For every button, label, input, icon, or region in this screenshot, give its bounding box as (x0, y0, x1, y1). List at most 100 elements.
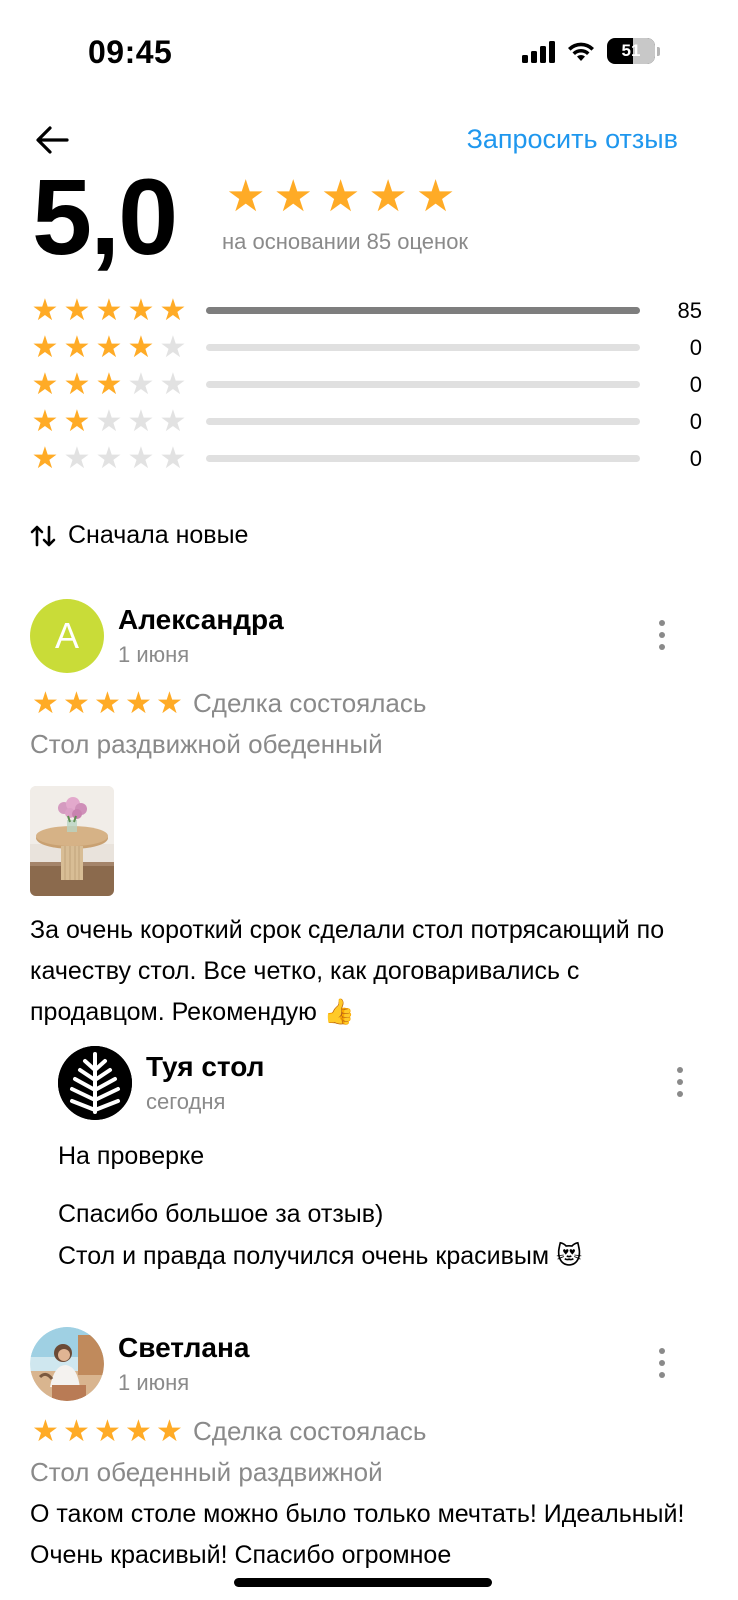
row-stars: ★ ★ ★ ★ ★ (30, 367, 206, 401)
review-item: А Александра 1 июня ★ ★ ★ ★ ★ Сделка состоял… (30, 598, 710, 1033)
more-vertical-icon (659, 620, 665, 626)
distribution-bar (206, 307, 640, 314)
reply-text-line: Спасибо большое за отзыв) (58, 1200, 384, 1228)
distribution-row[interactable]: ★ ★ ★ ★ ★ 0 (30, 403, 702, 440)
star-icon: ★ (159, 404, 187, 438)
star-icon: ★ (156, 1414, 183, 1448)
star-icon: ★ (32, 686, 59, 720)
star-icon: ★ (127, 293, 155, 327)
star-icon: ★ (31, 293, 59, 327)
rating-distribution: ★ ★ ★ ★ ★ 85 ★ ★ ★ ★ ★ 0 ★ ★ ★ ★ ★ 0 ★ ★ ★ ★ ★ 0 ★ ★ ★ ★ ★ 0 (30, 292, 702, 477)
status-bar: 09:45 51 (0, 0, 738, 100)
star-icon: ★ (226, 172, 266, 221)
more-options-button[interactable] (656, 1348, 668, 1378)
review-header: Светлана 1 июня (30, 1326, 710, 1402)
distribution-bar (206, 455, 640, 462)
star-icon: ★ (63, 686, 90, 720)
star-icon: ★ (31, 441, 59, 475)
star-icon: ★ (94, 1414, 121, 1448)
more-options-button[interactable] (656, 620, 668, 650)
star-icon: ★ (127, 441, 155, 475)
review-text: За очень короткий срок сделали стол потр… (30, 916, 665, 1026)
arrow-left-icon (36, 126, 69, 154)
review-date: 1 июня (118, 642, 190, 667)
review-stars: ★ ★ ★ ★ ★ (30, 1414, 185, 1448)
star-icon: ★ (125, 1414, 152, 1448)
avatar[interactable] (30, 1327, 104, 1401)
more-vertical-icon (659, 1348, 665, 1354)
review-product[interactable]: Стол обеденный раздвижной (30, 1457, 710, 1488)
review-rating: ★ ★ ★ ★ ★ Сделка состоялась (30, 1416, 710, 1447)
row-stars: ★ ★ ★ ★ ★ (30, 293, 206, 327)
ratings-count: на основании 85 оценок (222, 229, 469, 254)
star-icon: ★ (159, 293, 187, 327)
seller-reply: Туя стол сегодня На проверке Спасибо бол… (58, 1045, 698, 1277)
cellular-signal-icon (522, 39, 555, 63)
distribution-count: 0 (689, 408, 702, 434)
row-stars: ★ ★ ★ ★ ★ (30, 404, 206, 438)
star-icon: ★ (95, 330, 123, 364)
author-name[interactable]: Александра (118, 604, 284, 636)
star-icon: ★ (95, 293, 123, 327)
row-stars: ★ ★ ★ ★ ★ (30, 330, 206, 364)
review-product[interactable]: Стол раздвижной обеденный (30, 729, 710, 760)
sort-arrows-icon (30, 525, 56, 546)
distribution-row[interactable]: ★ ★ ★ ★ ★ 0 (30, 329, 702, 366)
distribution-count: 0 (689, 371, 702, 397)
star-icon: ★ (31, 404, 59, 438)
star-icon: ★ (95, 441, 123, 475)
reply-more-options-button[interactable] (674, 1067, 686, 1097)
star-icon: ★ (32, 1414, 59, 1448)
star-icon: ★ (415, 172, 456, 221)
star-icon: ★ (127, 404, 155, 438)
user-photo-image (30, 1327, 104, 1401)
reply-header: Туя стол сегодня (58, 1045, 698, 1121)
author-block: Светлана 1 июня (118, 1332, 249, 1396)
moderation-status: На проверке (58, 1142, 205, 1170)
star-icon: ★ (31, 330, 59, 364)
star-icon: ★ (127, 367, 155, 401)
distribution-row[interactable]: ★ ★ ★ ★ ★ 85 (30, 292, 702, 329)
distribution-bar (206, 344, 640, 351)
review-photo[interactable] (30, 786, 114, 896)
home-indicator (234, 1578, 492, 1587)
distribution-row[interactable]: ★ ★ ★ ★ ★ 0 (30, 440, 702, 477)
star-icon: ★ (159, 441, 187, 475)
review-rating: ★ ★ ★ ★ ★ Сделка состоялась (30, 688, 710, 719)
distribution-count: 85 (677, 297, 702, 323)
review-header: А Александра 1 июня (30, 598, 710, 674)
sort-button[interactable]: Сначала новые (30, 521, 248, 550)
star-icon: ★ (127, 330, 155, 364)
status-icons: 51 (522, 38, 660, 64)
battery-tip (657, 46, 660, 56)
star-icon: ★ (94, 686, 121, 720)
distribution-row[interactable]: ★ ★ ★ ★ ★ 0 (30, 366, 702, 403)
author-block: Александра 1 июня (118, 604, 284, 668)
seller-avatar[interactable] (58, 1046, 132, 1120)
average-stars: ★ ★ ★ ★ ★ (226, 175, 455, 219)
battery-level: 51 (621, 41, 641, 60)
star-icon: ★ (159, 367, 187, 401)
star-icon: ★ (273, 172, 313, 221)
star-icon: ★ (63, 404, 91, 438)
review-date: 1 июня (118, 1370, 190, 1395)
seller-name[interactable]: Туя стол (146, 1051, 264, 1083)
reply-date: сегодня (146, 1089, 226, 1114)
star-icon: ★ (63, 441, 91, 475)
avatar[interactable]: А (30, 599, 104, 673)
table-photo-image (30, 786, 114, 896)
author-block: Туя стол сегодня (146, 1051, 264, 1115)
star-icon: ★ (159, 330, 187, 364)
review-stars: ★ ★ ★ ★ ★ (30, 686, 185, 720)
average-rating: 5,0 (32, 156, 178, 277)
wifi-icon (568, 42, 594, 61)
author-name[interactable]: Светлана (118, 1332, 249, 1364)
status-time: 09:45 (88, 34, 173, 70)
distribution-bar (206, 418, 640, 425)
star-icon: ★ (156, 686, 183, 720)
review-text: О таком столе можно было только мечтать!… (30, 1500, 685, 1569)
request-review-link[interactable]: Запросить отзыв (467, 124, 678, 155)
star-icon: ★ (125, 686, 152, 720)
star-icon: ★ (320, 172, 361, 221)
star-icon: ★ (368, 172, 408, 221)
